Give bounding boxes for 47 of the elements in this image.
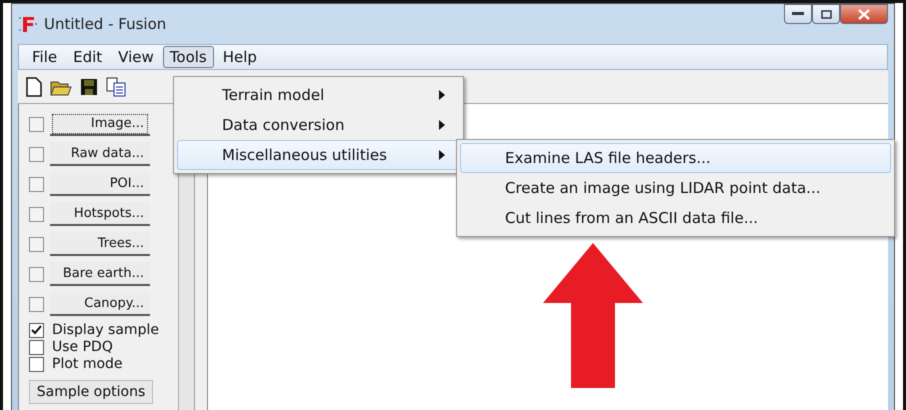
window-title: Untitled - Fusion: [44, 15, 166, 33]
menu-item[interactable]: Create an image using LIDAR point data...: [460, 173, 891, 203]
app-logo-icon: [18, 14, 38, 34]
layer-button[interactable]: Bare earth...: [50, 262, 150, 286]
layer-button[interactable]: Image...: [50, 112, 150, 136]
submenu-arrow-icon: [439, 90, 445, 100]
layer-button[interactable]: POI...: [50, 172, 150, 196]
checkbox[interactable]: [29, 340, 44, 354]
sample-options-button[interactable]: Sample options: [29, 380, 153, 404]
menu-item[interactable]: Edit: [66, 46, 110, 68]
new-file-icon[interactable]: [26, 76, 42, 96]
checkbox[interactable]: [29, 296, 44, 312]
menu-item[interactable]: Terrain model: [177, 80, 460, 110]
menu-item[interactable]: Cut lines from an ASCII data file...: [460, 203, 891, 233]
menu-item[interactable]: File: [25, 46, 64, 68]
minimize-button[interactable]: [784, 4, 812, 24]
maximize-button[interactable]: [812, 4, 840, 24]
checkbox[interactable]: [29, 206, 44, 222]
checkbox[interactable]: [29, 116, 44, 132]
checkbox[interactable]: [29, 356, 44, 372]
menu-item[interactable]: Help: [216, 46, 264, 68]
menu-item[interactable]: Examine LAS file headers...: [460, 143, 891, 173]
submenu-arrow-icon: [439, 120, 445, 130]
submenu-arrow-icon: [439, 150, 445, 160]
checkbox[interactable]: [29, 146, 44, 162]
check-icon: [31, 325, 42, 335]
copy-icon[interactable]: [106, 76, 128, 96]
minimize-icon: [792, 12, 804, 16]
close-icon: [858, 8, 870, 20]
checkbox[interactable]: [29, 266, 44, 282]
layer-button[interactable]: Raw data...: [50, 142, 150, 166]
checkbox-label: Plot mode: [52, 356, 123, 372]
arrow-icon: [543, 243, 643, 388]
layer-button[interactable]: Trees...: [50, 232, 150, 256]
menu-item[interactable]: Tools: [162, 46, 214, 68]
checkbox[interactable]: [29, 236, 44, 252]
checkbox-label: Display sample: [52, 322, 159, 338]
checkbox-label: Use PDQ: [52, 339, 113, 355]
menu-item[interactable]: Data conversion: [177, 110, 460, 140]
layer-button[interactable]: Canopy...: [50, 292, 150, 316]
checkbox[interactable]: [29, 176, 44, 192]
maximize-icon: [820, 10, 832, 18]
menu-item[interactable]: View: [111, 46, 161, 68]
save-icon[interactable]: [80, 78, 98, 96]
checkbox[interactable]: [29, 322, 44, 338]
layer-button[interactable]: Hotspots...: [50, 202, 150, 226]
close-button[interactable]: [840, 4, 888, 24]
